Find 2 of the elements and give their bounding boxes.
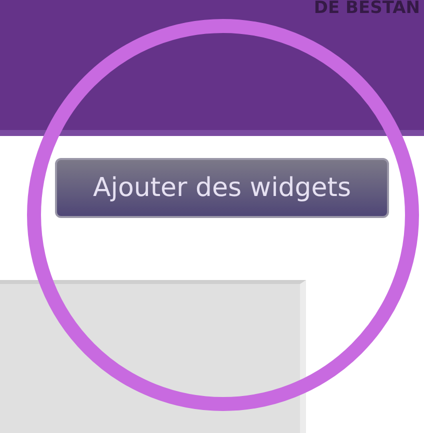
header-title: DE BESTAN <box>314 0 420 17</box>
add-widgets-button[interactable]: Ajouter des widgets <box>55 158 389 218</box>
